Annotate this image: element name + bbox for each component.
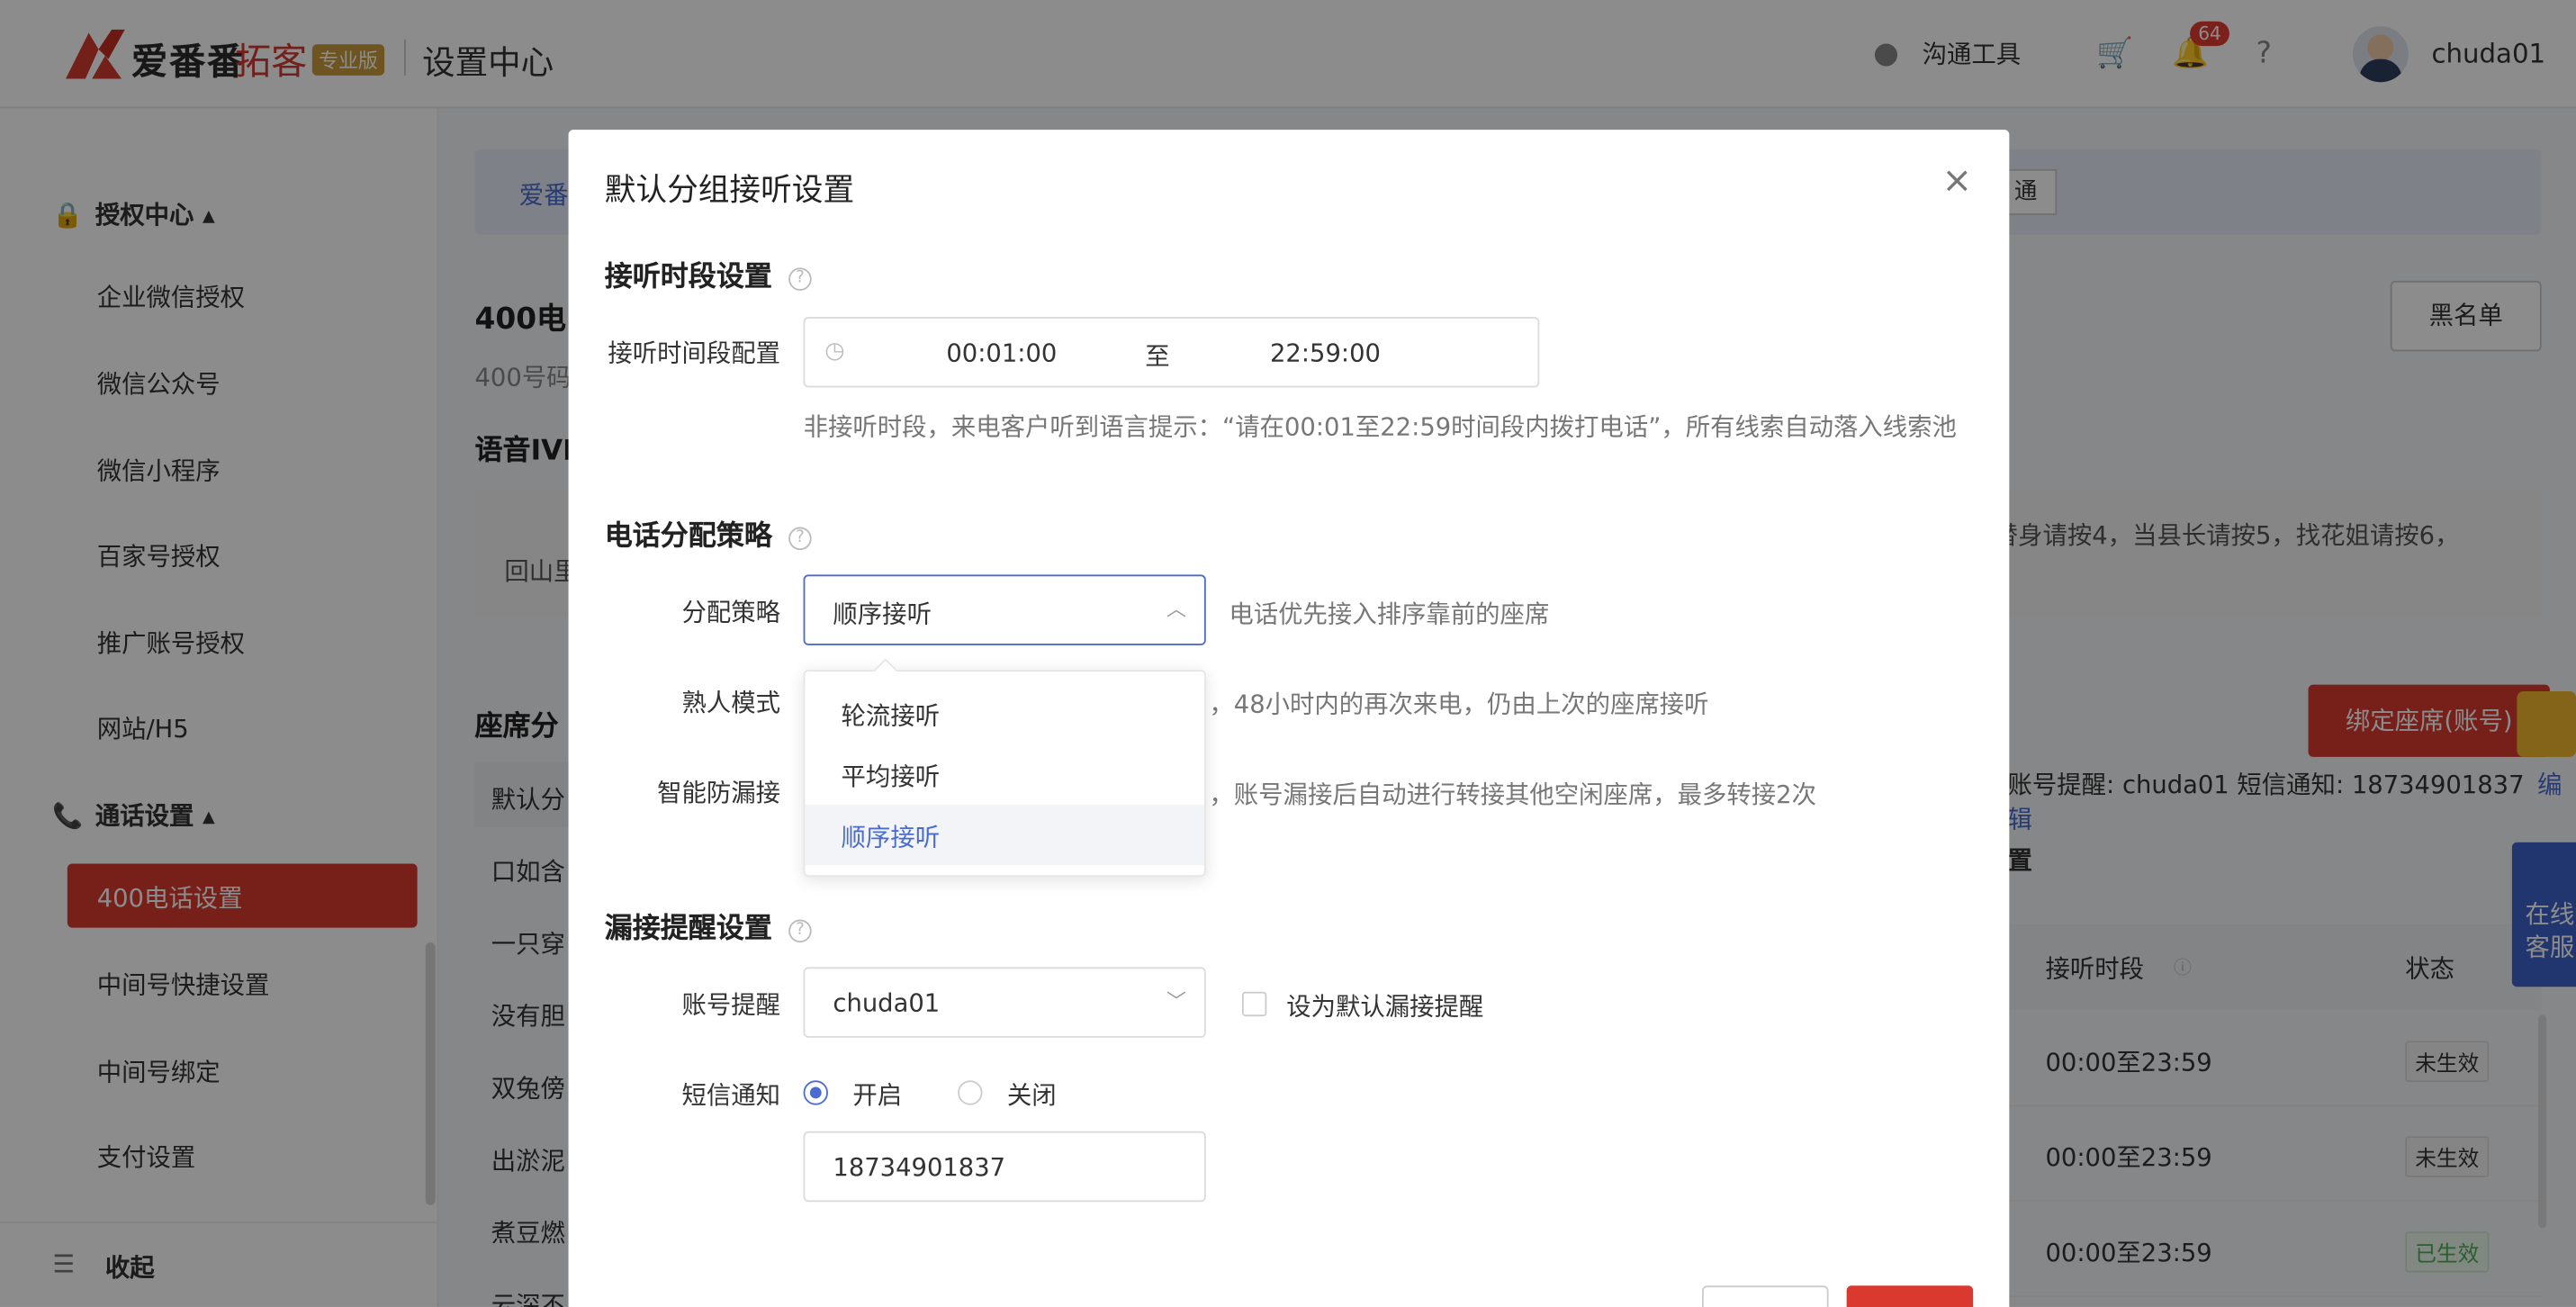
- time-range-label: 接听时间段配置: [608, 338, 781, 368]
- familiar-mode-hint: ，48小时内的再次来电，仍由上次的座席接听: [1209, 690, 1709, 719]
- chevron-down-icon: ﹀: [1166, 989, 1186, 1014]
- familiar-mode-label: 熟人模式: [681, 688, 781, 718]
- account-selected-value: chuda01: [833, 988, 941, 1018]
- anti-miss-label: 智能防漏接: [657, 778, 781, 808]
- section-miss-reminder: 漏接提醒设置?: [605, 905, 812, 946]
- time-range-picker[interactable]: ◷ 00:01:00 至 22:59:00: [803, 317, 1540, 388]
- option-average[interactable]: 平均接听: [805, 744, 1204, 804]
- phone-input[interactable]: 18734901837: [803, 1131, 1206, 1203]
- option-round-robin[interactable]: 轮流接听: [805, 683, 1204, 744]
- range-separator: 至: [1145, 341, 1170, 372]
- sms-on-label[interactable]: 开启: [852, 1077, 902, 1112]
- account-select[interactable]: chuda01 ﹀: [803, 967, 1206, 1038]
- sms-on-radio[interactable]: [803, 1080, 828, 1105]
- strategy-label: 分配策略: [681, 597, 781, 627]
- option-sequential[interactable]: 顺序接听: [805, 804, 1204, 866]
- default-reminder-checkbox[interactable]: [1241, 991, 1267, 1017]
- clock-icon: ◷: [824, 338, 845, 365]
- strategy-hint: 电话优先接入排序靠前的座席: [1229, 599, 1550, 629]
- dialog-title: 默认分组接听设置: [604, 172, 855, 209]
- account-reminder-label: 账号提醒: [681, 989, 781, 1020]
- confirm-button[interactable]: [1846, 1285, 1974, 1307]
- dropdown-arrow: [873, 658, 897, 682]
- close-icon[interactable]: ×: [1942, 161, 1973, 203]
- strategy-selected-value: 顺序接听: [833, 599, 932, 629]
- default-reminder-label[interactable]: 设为默认漏接提醒: [1286, 988, 1483, 1023]
- anti-miss-hint: ，账号漏接后自动进行转接其他空闲座席，最多转接2次: [1209, 780, 1816, 810]
- strategy-select[interactable]: 顺序接听 ︿: [803, 574, 1206, 645]
- chevron-up-icon: ︿: [1166, 597, 1186, 621]
- sms-off-label[interactable]: 关闭: [1007, 1077, 1057, 1112]
- sms-label: 短信通知: [681, 1080, 781, 1111]
- cancel-button[interactable]: [1702, 1285, 1829, 1307]
- start-time[interactable]: 00:01:00: [946, 338, 1057, 368]
- group-answer-settings-dialog: 默认分组接听设置 × 接听时段设置? 接听时间段配置 ◷ 00:01:00 至 …: [568, 130, 2010, 1307]
- section-strategy: 电话分配策略?: [605, 512, 812, 554]
- help-icon[interactable]: ?: [788, 919, 812, 943]
- sms-off-radio[interactable]: [958, 1080, 983, 1105]
- time-hint: 非接听时段，来电客户听到语言提示：“请在00:01至22:59时间段内拨打电话”…: [803, 411, 1957, 442]
- help-icon[interactable]: ?: [788, 527, 812, 551]
- strategy-dropdown: 轮流接听 平均接听 顺序接听: [803, 658, 1206, 878]
- section-answer-time: 接听时段设置?: [605, 253, 812, 294]
- help-icon[interactable]: ?: [788, 267, 812, 291]
- end-time[interactable]: 22:59:00: [1270, 338, 1381, 368]
